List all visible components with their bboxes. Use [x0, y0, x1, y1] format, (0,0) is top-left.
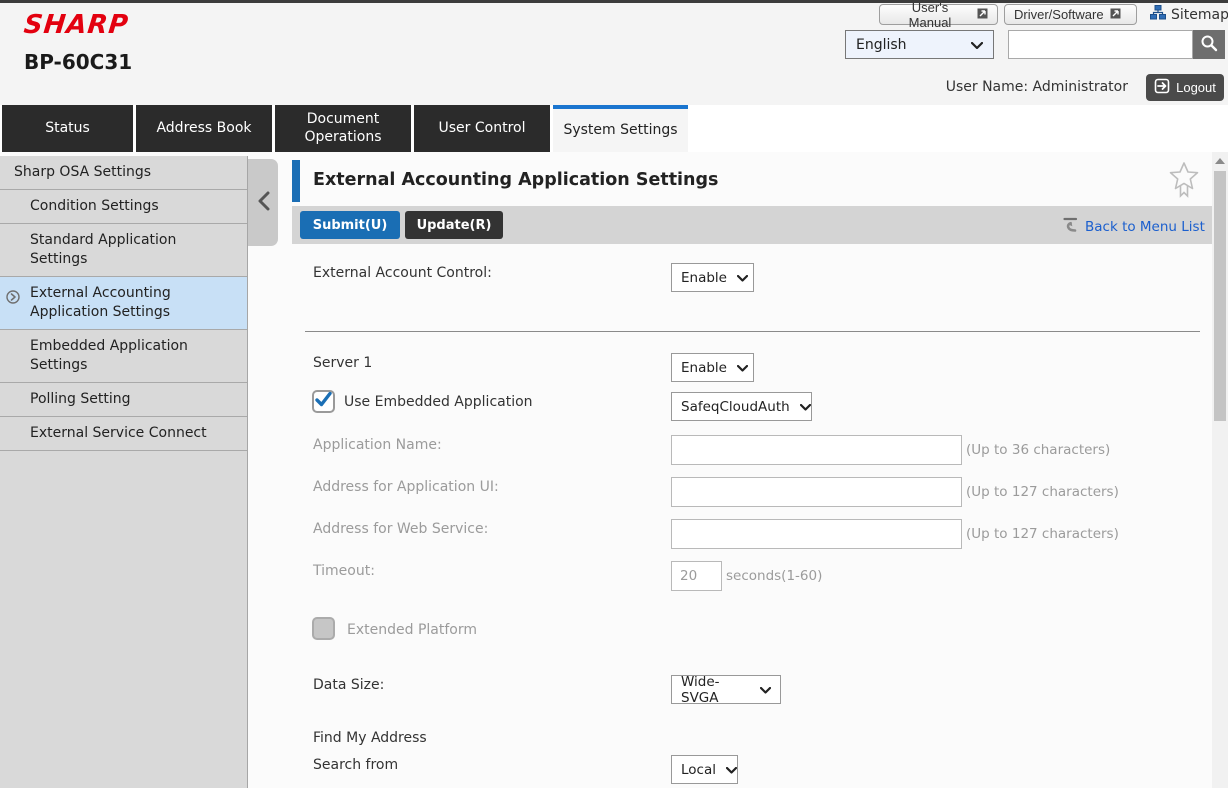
use-embedded-application-checkbox[interactable]: [312, 390, 335, 413]
timeout-label: Timeout:: [313, 563, 375, 579]
sidebar-item-standard-application-settings[interactable]: Standard Application Settings: [0, 224, 247, 277]
logout-icon: [1154, 78, 1170, 97]
server1-label: Server 1: [313, 355, 372, 371]
scrollbar-up-button[interactable]: [1212, 152, 1228, 169]
submit-button[interactable]: Submit(U): [300, 211, 400, 239]
page-title: External Accounting Application Settings: [313, 170, 718, 190]
model-name: BP-60C31: [24, 50, 132, 74]
users-manual-label: User's Manual: [889, 0, 971, 30]
sitemap-label: Sitemap: [1171, 7, 1228, 23]
address-application-ui-label: Address for Application UI:: [313, 479, 499, 495]
external-link-icon: [1110, 7, 1121, 22]
window-top-strip: [0, 0, 1228, 3]
sitemap-icon: [1150, 5, 1166, 24]
driver-software-button[interactable]: Driver/Software: [1004, 4, 1137, 25]
circled-chevron-right-icon: [6, 290, 20, 310]
address-web-service-label: Address for Web Service:: [313, 521, 488, 537]
tab-bar: Status Address Book Document Operations …: [0, 105, 1228, 152]
server1-select[interactable]: Enable: [671, 353, 754, 382]
search-button[interactable]: [1193, 30, 1225, 59]
language-value: English: [856, 37, 907, 53]
chevron-down-icon: [760, 682, 771, 698]
logout-label: Logout: [1176, 80, 1216, 95]
return-arrow-icon: [1062, 216, 1079, 237]
external-link-icon: [977, 7, 988, 22]
driver-software-label: Driver/Software: [1014, 7, 1104, 22]
sidebar: Sharp OSA Settings Condition Settings St…: [0, 156, 248, 788]
tab-system-settings[interactable]: System Settings: [553, 105, 688, 152]
address-web-service-note: (Up to 127 characters): [966, 526, 1119, 542]
search-icon: [1200, 34, 1218, 55]
user-name-text: User Name: Administrator: [946, 79, 1128, 95]
sharp-logo: SHARP: [22, 10, 130, 40]
sidebar-item-polling-setting[interactable]: Polling Setting: [0, 383, 247, 417]
timeout-input[interactable]: [671, 561, 722, 591]
sidebar-item-external-accounting-application-settings[interactable]: External Accounting Application Settings: [0, 277, 247, 330]
use-embedded-application-label: Use Embedded Application: [344, 394, 533, 410]
sidebar-item-embedded-application-settings[interactable]: Embedded Application Settings: [0, 330, 247, 383]
back-to-menu-list-label: Back to Menu List: [1085, 219, 1205, 235]
sidebar-collapse-button[interactable]: [248, 159, 278, 246]
checkmark-icon: [313, 389, 334, 414]
users-manual-button[interactable]: User's Manual: [879, 4, 998, 25]
tab-status[interactable]: Status: [2, 105, 133, 152]
title-accent-bar: [292, 160, 300, 202]
sidebar-item-external-service-connect[interactable]: External Service Connect: [0, 417, 247, 451]
sitemap-link[interactable]: Sitemap: [1150, 5, 1228, 24]
application-name-input[interactable]: [671, 435, 962, 465]
external-account-control-label: External Account Control:: [313, 265, 492, 281]
chevron-down-icon: [737, 360, 748, 376]
find-my-address-label: Find My Address: [313, 730, 427, 746]
application-name-note: (Up to 36 characters): [966, 442, 1110, 458]
language-select[interactable]: English: [845, 30, 994, 59]
chevron-down-icon: [737, 270, 748, 286]
search-from-select[interactable]: Local: [671, 755, 738, 784]
section-divider: [305, 331, 1200, 332]
back-to-menu-list-link[interactable]: Back to Menu List: [1062, 216, 1205, 237]
chevron-down-icon: [726, 762, 737, 778]
scrollbar-thumb[interactable]: [1214, 171, 1226, 421]
address-application-ui-input[interactable]: [671, 477, 962, 507]
favorite-star-icon[interactable]: [1168, 160, 1200, 206]
data-size-select[interactable]: Wide-SVGA: [671, 675, 781, 704]
tab-address-book[interactable]: Address Book: [136, 105, 272, 152]
external-account-control-select[interactable]: Enable: [671, 263, 754, 292]
tab-user-control[interactable]: User Control: [414, 105, 550, 152]
data-size-label: Data Size:: [313, 677, 384, 693]
update-button[interactable]: Update(R): [405, 211, 503, 239]
timeout-note: seconds(1-60): [726, 568, 822, 584]
search-from-label: Search from: [313, 757, 398, 773]
triangle-up-icon: [1215, 158, 1225, 164]
address-application-ui-note: (Up to 127 characters): [966, 484, 1119, 500]
logout-button[interactable]: Logout: [1146, 74, 1224, 101]
sidebar-item-condition-settings[interactable]: Condition Settings: [0, 190, 247, 224]
application-name-label: Application Name:: [313, 437, 442, 453]
extended-platform-label: Extended Platform: [347, 622, 477, 638]
extended-platform-checkbox[interactable]: [312, 617, 335, 640]
chevron-down-icon: [800, 399, 811, 415]
header-search-input[interactable]: [1008, 30, 1193, 59]
address-web-service-input[interactable]: [671, 519, 962, 549]
tab-document-operations[interactable]: Document Operations: [275, 105, 411, 152]
chevron-left-icon: [257, 191, 270, 215]
sidebar-item-sharp-osa-settings[interactable]: Sharp OSA Settings: [0, 156, 247, 190]
embedded-application-select[interactable]: SafeqCloudAuth: [671, 392, 812, 421]
chevron-down-icon: [971, 37, 983, 53]
